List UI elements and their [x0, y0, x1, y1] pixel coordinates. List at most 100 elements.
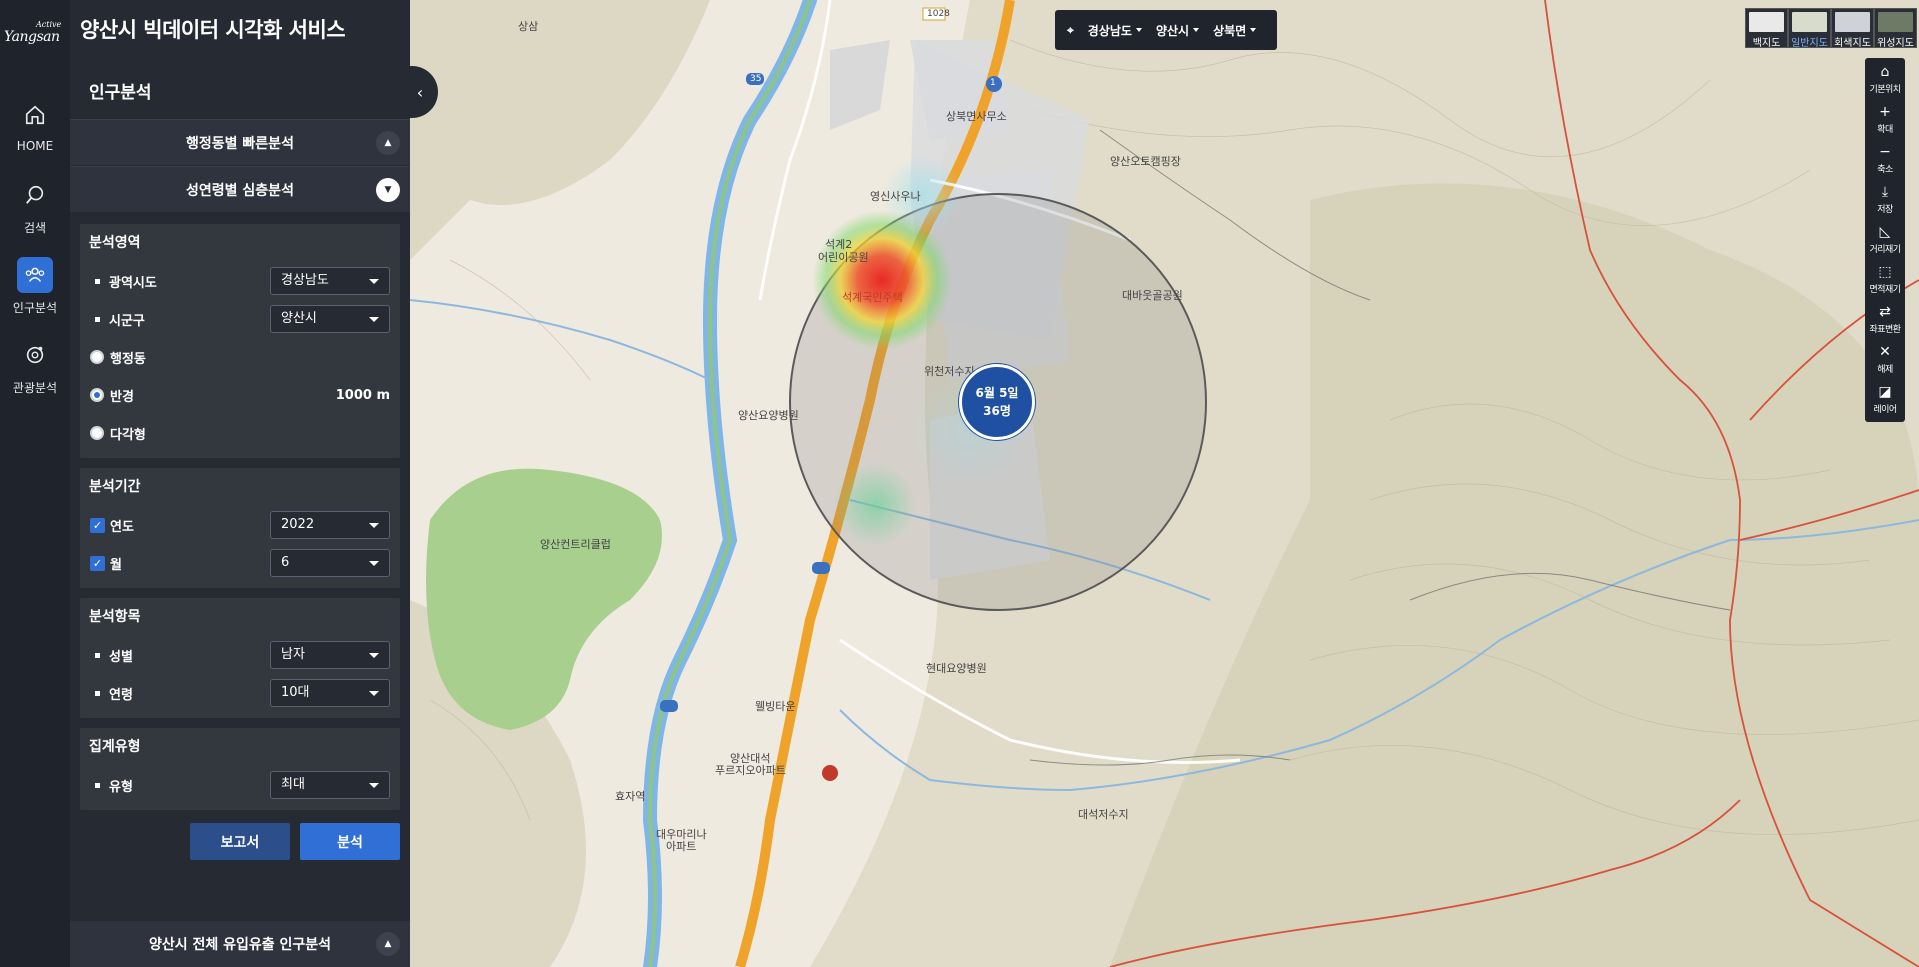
bullet [95, 653, 100, 658]
sido-dropdown-label: 경상남도 [1087, 23, 1132, 38]
icon-rail: Active Yangsan HOME 검색 인구분석 관광분석 [0, 0, 70, 967]
gender-row: 성별 남자 [80, 639, 400, 671]
age-select[interactable]: 10대 [270, 679, 390, 707]
basemap-general[interactable]: 일반지도 [1788, 8, 1831, 49]
month-checkbox[interactable]: ✓ [90, 555, 105, 571]
sigungu-value: 양산시 [281, 311, 317, 326]
tool-label: 거리재기 [1869, 245, 1901, 255]
basemap-satellite[interactable]: 위성지도 [1874, 8, 1917, 49]
dong-radio[interactable] [90, 350, 104, 364]
tool-layers[interactable]: ◪ 레이어 [1865, 380, 1905, 420]
map-label: 영신사우나 [870, 190, 921, 203]
chevron-down-icon[interactable]: ▼ [376, 178, 400, 202]
year-row: ✓ 연도 2022 [80, 509, 400, 541]
month-select[interactable]: 6 [270, 549, 390, 577]
tool-clear[interactable]: ✕ 해제 [1865, 340, 1905, 380]
caret-down-icon [1193, 28, 1200, 32]
map-label: 웰빙타운 [755, 700, 796, 713]
tool-label: 확대 [1877, 125, 1893, 135]
quick-analysis-accordion[interactable]: 행정동별 빠른분석 ▲ [70, 119, 410, 165]
tool-distance[interactable]: ◺ 거리재기 [1865, 220, 1905, 260]
map-label: 양산요양병원 [738, 409, 799, 422]
app-title: 양산시 빅데이터 시각화 서비스 [80, 18, 346, 42]
deep-analysis-accordion[interactable]: 성연령별 심층분석 ▼ [70, 166, 410, 212]
rail-item-home[interactable]: HOME [0, 97, 70, 175]
gender-value: 남자 [281, 647, 305, 662]
month-label: 월 [110, 557, 122, 573]
polygon-radio-label: 다각형 [110, 427, 146, 443]
basemap-gray[interactable]: 회색지도 [1831, 8, 1874, 49]
population-count-badge[interactable]: 6월 5일 36명 [959, 364, 1035, 440]
tool-label: 저장 [1877, 205, 1893, 215]
map-label: 어린이공원 [818, 251, 869, 264]
inflow-outflow-accordion[interactable]: 양산시 전체 유입유출 인구분석 ▲ [70, 921, 410, 967]
age-row: 연령 10대 [80, 677, 400, 709]
year-value: 2022 [281, 517, 315, 532]
caret-down-icon [1250, 28, 1257, 32]
year-select[interactable]: 2022 [270, 511, 390, 539]
box-title: 분석기간 [89, 479, 141, 495]
accordion-label: 성연령별 심층분석 [186, 182, 294, 199]
caret-down-icon [369, 691, 379, 696]
tool-home-position[interactable]: ⌂ 기본위치 [1865, 60, 1905, 100]
box-title: 분석영역 [89, 235, 141, 251]
map-canvas[interactable]: 상북면사무소 양산오토캠핑장 영신사우나 석계2 어린이공원 석계국민주택 대바… [410, 0, 1919, 967]
map-toolbar: ⌂ 기본위치 + 확대 − 축소 ⤓ 저장 ◺ 거리재기 ⬚ 면적재기 ⇄ 좌표변환 ✕ 해제 … [1865, 58, 1905, 422]
agg-type-label: 유형 [109, 779, 133, 795]
tool-label: 레이어 [1873, 405, 1897, 415]
rail-item-search[interactable]: 검색 [0, 177, 70, 255]
zoom-out-icon: − [1879, 144, 1891, 160]
map-label: 상북면사무소 [946, 110, 1007, 123]
sido-row: 광역시도 경상남도 [80, 265, 400, 297]
area-measure-icon: ⬚ [1878, 264, 1892, 280]
sigungu-select[interactable]: 양산시 [270, 305, 390, 333]
map-label: 현대요양병원 [926, 662, 987, 675]
rail-item-population[interactable]: 인구분석 [0, 257, 70, 335]
badge-count: 36명 [983, 404, 1011, 418]
radius-radio[interactable] [90, 388, 104, 402]
caret-down-icon [369, 783, 379, 788]
map-label: 아파트 [666, 840, 697, 853]
map-label: 효자역 [615, 790, 646, 803]
chevron-up-icon[interactable]: ▲ [376, 932, 400, 956]
basemap-label: 회색지도 [1834, 38, 1871, 49]
dong-dropdown[interactable]: 상북면 [1213, 22, 1257, 39]
sido-value: 경상남도 [281, 273, 329, 288]
basemap-label: 위성지도 [1877, 38, 1914, 49]
tool-zoom-out[interactable]: − 축소 [1865, 140, 1905, 180]
rail-item-tourism[interactable]: 관광분석 [0, 337, 70, 415]
analyze-button[interactable]: 분석 [300, 823, 400, 860]
tool-zoom-in[interactable]: + 확대 [1865, 100, 1905, 140]
sido-dropdown[interactable]: 경상남도 [1088, 22, 1142, 39]
map-label: 상삼 [518, 20, 539, 33]
rail-label: 인구분석 [12, 301, 58, 315]
road-number: 35 [750, 74, 762, 84]
tool-label: 좌표변환 [1869, 325, 1901, 335]
year-checkbox[interactable]: ✓ [90, 517, 105, 533]
radius-radio-label: 반경 [110, 389, 134, 405]
polygon-radio[interactable] [90, 426, 104, 440]
basemap-blank[interactable]: 백지도 [1745, 8, 1788, 49]
search-icon [17, 177, 53, 213]
caret-down-icon [369, 279, 379, 284]
caret-down-icon [369, 561, 379, 566]
gender-select[interactable]: 남자 [270, 641, 390, 669]
map-label: 양산오토캠핑장 [1110, 155, 1181, 168]
tool-area[interactable]: ⬚ 면적재기 [1865, 260, 1905, 300]
agg-type-select[interactable]: 최대 [270, 771, 390, 799]
caret-down-icon [369, 653, 379, 658]
year-label: 연도 [110, 519, 134, 535]
rail-label: 검색 [23, 221, 47, 235]
bullet [95, 317, 100, 322]
report-button[interactable]: 보고서 [190, 823, 290, 860]
analysis-panel: 인구분석 행정동별 빠른분석 ▲ 성연령별 심층분석 ▼ 분석영역 광역시도 경… [70, 0, 410, 967]
aggregation-box: 집계유형 유형 최대 [80, 728, 400, 810]
tool-coordinate[interactable]: ⇄ 좌표변환 [1865, 300, 1905, 340]
tool-save[interactable]: ⤓ 저장 [1865, 180, 1905, 220]
chevron-up-icon[interactable]: ▲ [376, 131, 400, 155]
sigungu-dropdown[interactable]: 양산시 [1156, 22, 1200, 39]
map-base [410, 0, 1919, 967]
dong-radio-label: 행정동 [110, 351, 146, 367]
brand-logo[interactable]: Active Yangsan [0, 8, 70, 56]
sido-select[interactable]: 경상남도 [270, 267, 390, 295]
